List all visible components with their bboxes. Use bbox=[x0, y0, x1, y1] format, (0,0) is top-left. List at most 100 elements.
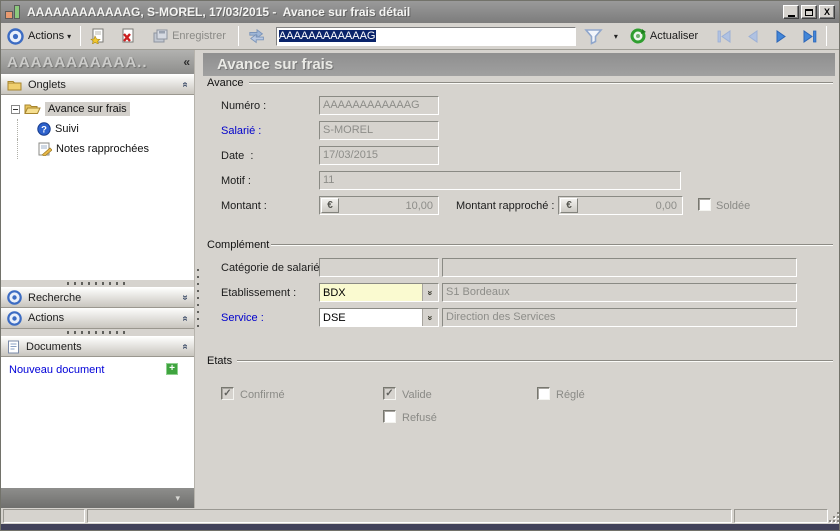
service-libelle-field: Direction des Services bbox=[442, 308, 797, 327]
combo-dropdown-button[interactable]: » bbox=[422, 309, 438, 326]
document-icon bbox=[7, 340, 20, 354]
chevron-up-icon: « bbox=[179, 315, 191, 321]
montant-field: € 10,00 bbox=[319, 196, 439, 215]
resize-grip[interactable] bbox=[829, 512, 839, 522]
add-document-button[interactable]: + bbox=[166, 363, 178, 375]
grip-dots-icon bbox=[66, 331, 129, 334]
date-label: Date : bbox=[221, 150, 254, 162]
chevron-down-icon: » bbox=[179, 294, 191, 301]
maximize-button[interactable] bbox=[801, 5, 817, 19]
panel-header-onglets[interactable]: Onglets « bbox=[1, 74, 194, 95]
valide-label: Valide bbox=[402, 389, 432, 401]
sidebar: AAAAAAAAAAA.. « Onglets « Avance sur fra… bbox=[1, 50, 195, 508]
sidebar-record-header: AAAAAAAAAAA.. « bbox=[1, 50, 194, 74]
panel-header-actions[interactable]: Actions « bbox=[1, 308, 194, 329]
nav-next-button[interactable] bbox=[770, 28, 792, 45]
combo-dropdown-button[interactable]: » bbox=[422, 284, 438, 301]
regle-label: Réglé bbox=[556, 389, 585, 401]
nav-next-icon bbox=[774, 29, 788, 43]
filter-dropdown-button[interactable]: ▾ bbox=[607, 30, 622, 43]
save-icon bbox=[152, 29, 168, 44]
montant-label: Montant : bbox=[221, 200, 267, 212]
selected-text: AAAAAAAAAAAAG bbox=[278, 30, 376, 42]
service-value: DSE bbox=[323, 311, 346, 324]
tree-item-avance-sur-frais[interactable]: Avance sur frais bbox=[1, 99, 194, 119]
categorie-code-field bbox=[319, 258, 439, 277]
open-folder-icon bbox=[24, 103, 41, 115]
filter-funnel-icon bbox=[584, 28, 603, 45]
close-icon: X bbox=[823, 6, 830, 17]
chevron-up-icon: « bbox=[179, 81, 191, 88]
tree-item-suivi[interactable]: ? Suivi bbox=[1, 119, 194, 139]
grip-dots-icon bbox=[66, 282, 129, 285]
chevron-up-icon: « bbox=[179, 343, 191, 350]
actions-menu-button[interactable]: Actions ▾ bbox=[3, 26, 75, 47]
numero-field: AAAAAAAAAAAAG bbox=[319, 96, 439, 115]
page-title: Avance sur frais bbox=[217, 56, 334, 73]
tree-item-label: Avance sur frais bbox=[45, 102, 130, 116]
etablissement-combo[interactable]: BDX » bbox=[319, 283, 439, 302]
save-button: Enregistrer bbox=[148, 27, 230, 46]
euro-currency-button: € bbox=[560, 198, 578, 213]
refresh-label: Actualiser bbox=[649, 30, 699, 42]
delete-record-button[interactable] bbox=[116, 26, 140, 46]
toolbar-separator bbox=[80, 26, 82, 46]
categorie-libelle-field bbox=[442, 258, 797, 277]
toolbar-separator bbox=[826, 26, 828, 46]
numero-label: Numéro : bbox=[221, 100, 267, 112]
sidebar-record-title: AAAAAAAAAAA.. bbox=[7, 53, 148, 71]
app-icon bbox=[5, 4, 21, 20]
record-search-input[interactable]: AAAAAAAAAAAAG bbox=[275, 26, 576, 46]
panel-splitter[interactable] bbox=[1, 329, 194, 336]
title-bar: AAAAAAAAAAAAG, S-MOREL, 17/03/2015 - Ava… bbox=[1, 1, 839, 23]
chevron-down-icon: ▾ bbox=[613, 31, 618, 41]
help-icon: ? bbox=[37, 122, 51, 136]
group-label-avance: Avance bbox=[207, 77, 244, 89]
close-button[interactable]: X bbox=[819, 5, 835, 19]
plus-icon: + bbox=[169, 363, 175, 374]
sidebar-bottom-dropdown[interactable]: ▾ bbox=[1, 488, 194, 508]
tree-item-notes-rapprochees[interactable]: Notes rapprochées bbox=[1, 139, 194, 159]
main-header: Avance sur frais bbox=[203, 53, 835, 76]
panel-header-recherche[interactable]: Recherche » bbox=[1, 287, 194, 308]
panel-label-actions: Actions bbox=[28, 312, 65, 324]
tree-item-label: Suivi bbox=[55, 123, 79, 135]
save-label: Enregistrer bbox=[172, 30, 226, 42]
sidebar-collapse-button[interactable]: « bbox=[183, 55, 190, 69]
nav-previous-icon bbox=[746, 29, 760, 43]
soldee-checkbox bbox=[698, 198, 711, 211]
sync-button[interactable] bbox=[244, 27, 270, 46]
main-panel: Avance sur frais Avance Numéro : AAAAAAA… bbox=[201, 50, 839, 508]
maximize-icon bbox=[805, 8, 813, 16]
categorie-label: Catégorie de salarié bbox=[221, 262, 320, 274]
nouveau-document-link[interactable]: Nouveau document bbox=[9, 364, 104, 376]
chevron-down-icon: ▾ bbox=[67, 31, 72, 41]
group-line bbox=[249, 82, 833, 84]
application-window: AAAAAAAAAAAAG, S-MOREL, 17/03/2015 - Ava… bbox=[0, 0, 840, 531]
target-icon bbox=[7, 27, 24, 45]
refresh-button[interactable]: Actualiser bbox=[626, 26, 702, 46]
filter-button[interactable] bbox=[580, 26, 607, 47]
new-record-button[interactable] bbox=[86, 26, 110, 46]
tree-expander-icon[interactable] bbox=[11, 104, 20, 114]
svg-text:?: ? bbox=[41, 124, 47, 135]
target-icon bbox=[7, 310, 22, 326]
confirme-label: Confirmé bbox=[240, 389, 285, 401]
status-cell-3 bbox=[734, 509, 828, 523]
panel-label-recherche: Recherche bbox=[28, 291, 82, 304]
minimize-icon bbox=[787, 14, 795, 17]
motif-field: 11 bbox=[319, 171, 681, 190]
onglets-tree: Avance sur frais ? Suivi Notes rapproché… bbox=[1, 95, 194, 280]
nav-last-button[interactable] bbox=[798, 28, 822, 45]
regle-checkbox bbox=[537, 387, 550, 400]
toolbar: Actions ▾ Enregistrer AAAAAAAAAAAAG ▾ Ac… bbox=[1, 23, 839, 50]
window-bottom-edge bbox=[1, 524, 839, 530]
service-combo[interactable]: DSE » bbox=[319, 308, 439, 327]
minimize-button[interactable] bbox=[783, 5, 799, 19]
service-label: Service : bbox=[221, 312, 264, 324]
etablissement-value: BDX bbox=[323, 286, 346, 299]
panel-label-onglets: Onglets bbox=[28, 78, 66, 91]
panel-header-documents[interactable]: Documents « bbox=[1, 336, 194, 357]
soldee-label: Soldée bbox=[716, 200, 751, 212]
panel-splitter[interactable] bbox=[1, 280, 194, 287]
